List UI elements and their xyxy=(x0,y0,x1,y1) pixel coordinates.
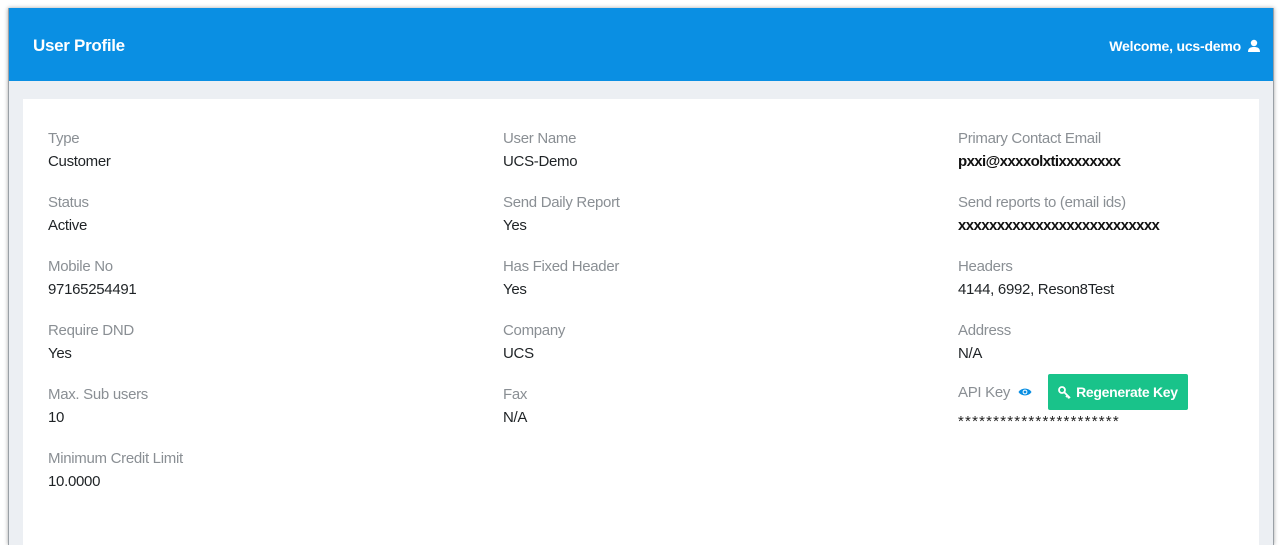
field-minimum-credit-limit: Minimum Credit Limit 10.0000 xyxy=(48,449,183,513)
field-has-fixed-header: Has Fixed Header Yes xyxy=(503,257,620,321)
field-label: Max. Sub users xyxy=(48,386,149,403)
field-require-dnd: Require DND Yes xyxy=(48,321,183,385)
user-icon xyxy=(1248,39,1260,52)
field-type: Type Customer xyxy=(48,129,183,193)
field-send-reports-to: Send reports to (email ids) xxxxxxxxxxxx… xyxy=(958,193,1188,257)
field-value: UCS xyxy=(503,345,534,362)
field-value: 97165254491 xyxy=(48,281,137,298)
top-bar: User Profile Welcome, ucs-demo xyxy=(9,8,1273,81)
field-user-name: User Name UCS-Demo xyxy=(503,129,620,193)
field-label: Require DND xyxy=(48,322,134,339)
field-company: Company UCS xyxy=(503,321,620,385)
field-label: Company xyxy=(503,322,566,339)
field-label: Has Fixed Header xyxy=(503,258,620,275)
field-label: Mobile No xyxy=(48,258,113,275)
field-value: N/A xyxy=(958,345,983,362)
api-key-masked-value: *********************** xyxy=(958,413,1120,430)
profile-panel: Type Customer Status Active Mobile No 97… xyxy=(23,99,1259,545)
profile-column-3: Primary Contact Email pxxi@xxxxolxtixxxx… xyxy=(958,129,1188,430)
field-label: User Name xyxy=(503,130,577,147)
field-value: Customer xyxy=(48,153,111,170)
field-max-sub-users: Max. Sub users 10 xyxy=(48,385,183,449)
field-value: pxxi@xxxxolxtixxxxxxxx xyxy=(958,153,1121,170)
field-value: Yes xyxy=(48,345,72,362)
app-frame: User Profile Welcome, ucs-demo Type Cust… xyxy=(8,8,1274,545)
field-headers: Headers 4144, 6992, Reson8Test xyxy=(958,257,1188,321)
welcome-text: Welcome, ucs-demo xyxy=(1109,38,1241,54)
field-label: Type xyxy=(48,130,80,147)
field-label: Address xyxy=(958,322,1011,339)
field-fax: Fax N/A xyxy=(503,385,620,449)
field-label: Send reports to (email ids) xyxy=(958,194,1126,211)
field-mobile-no: Mobile No 97165254491 xyxy=(48,257,183,321)
field-label: Send Daily Report xyxy=(503,194,620,211)
api-key-label: API Key xyxy=(958,383,1011,401)
field-api-key: API Key Regenerate Key *****************… xyxy=(958,374,1188,430)
regenerate-key-label: Regenerate Key xyxy=(1076,384,1178,400)
field-value: Yes xyxy=(503,217,527,234)
page-title: User Profile xyxy=(33,36,125,55)
field-label: Fax xyxy=(503,386,528,403)
field-value: 4144, 6992, Reson8Test xyxy=(958,281,1115,298)
field-status: Status Active xyxy=(48,193,183,257)
field-value: Yes xyxy=(503,281,527,298)
regenerate-key-button[interactable]: Regenerate Key xyxy=(1048,374,1188,410)
field-value: xxxxxxxxxxxxxxxxxxxxxxxxxx xyxy=(958,217,1160,234)
api-key-row: API Key Regenerate Key xyxy=(958,374,1188,410)
field-label: Minimum Credit Limit xyxy=(48,450,183,467)
field-value: Active xyxy=(48,217,88,234)
profile-column-1: Type Customer Status Active Mobile No 97… xyxy=(48,129,183,513)
field-label: Primary Contact Email xyxy=(958,130,1101,147)
eye-icon[interactable] xyxy=(1018,387,1032,397)
field-primary-contact-email: Primary Contact Email pxxi@xxxxolxtixxxx… xyxy=(958,129,1188,193)
field-value: UCS-Demo xyxy=(503,153,578,170)
key-icon xyxy=(1058,385,1071,399)
profile-column-2: User Name UCS-Demo Send Daily Report Yes… xyxy=(503,129,620,449)
field-send-daily-report: Send Daily Report Yes xyxy=(503,193,620,257)
field-label: Headers xyxy=(958,258,1013,275)
field-value: 10.0000 xyxy=(48,473,101,490)
field-value: N/A xyxy=(503,409,528,426)
field-value: 10 xyxy=(48,409,65,426)
user-menu[interactable]: Welcome, ucs-demo xyxy=(1109,38,1261,54)
field-label: Status xyxy=(48,194,89,211)
